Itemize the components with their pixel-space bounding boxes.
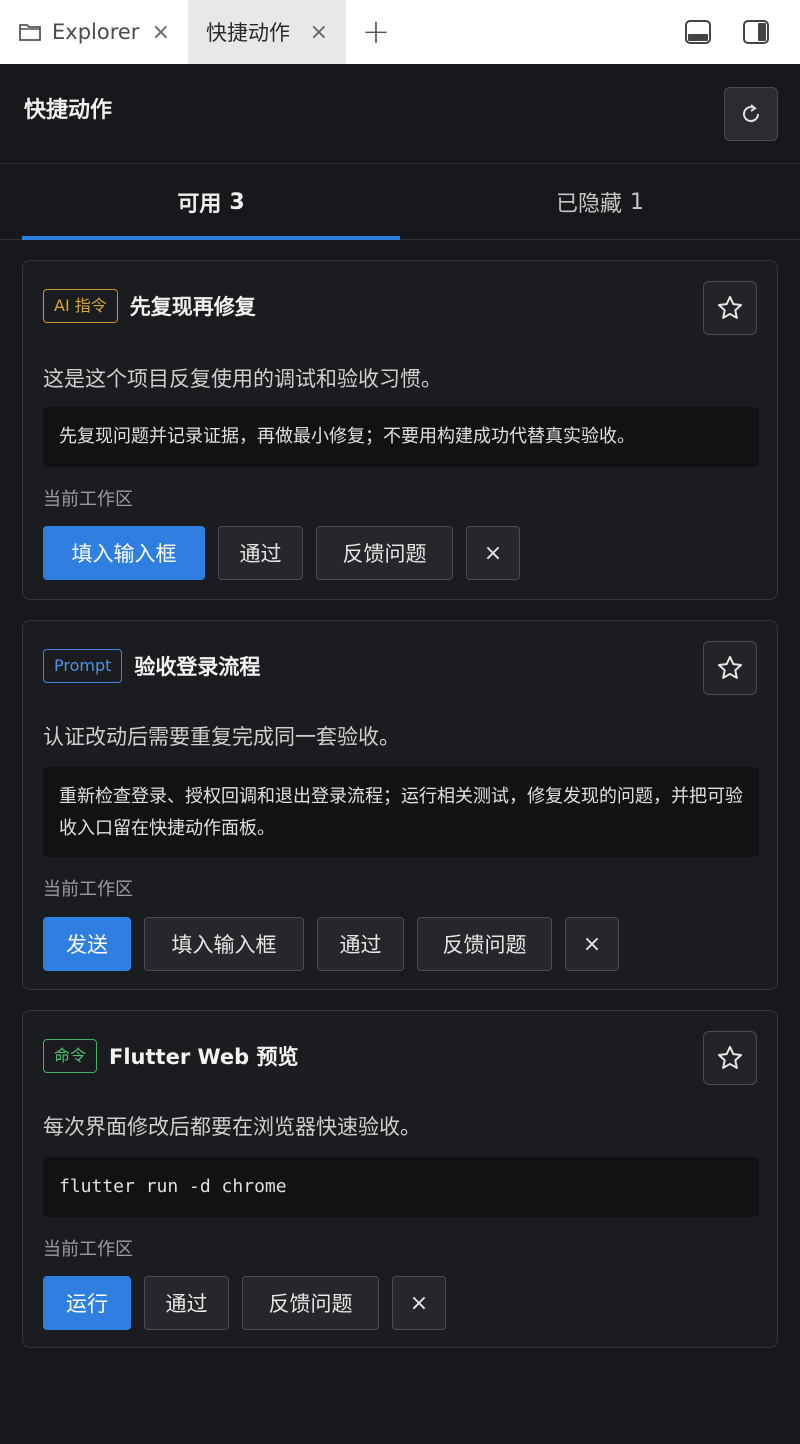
page-title: 快捷动作 (24, 98, 113, 123)
run-button[interactable]: 运行 (43, 1276, 131, 1330)
send-button[interactable]: 发送 (43, 917, 131, 971)
star-icon (717, 1045, 743, 1069)
refresh-button[interactable] (724, 87, 778, 141)
pass-button[interactable]: 通过 (144, 1276, 229, 1330)
tab-quick-actions-label: 快捷动作 (206, 21, 290, 45)
card-title: 验收登录流程 (134, 655, 261, 679)
pass-button[interactable]: 通过 (317, 917, 404, 971)
workspace-label: 当前工作区 (43, 879, 133, 900)
panel-header: 快捷动作 (0, 64, 800, 164)
action-card: 命令 Flutter Web 预览 每次界面修改后都要在浏览器快速验收。 flu… (22, 1010, 778, 1348)
add-tab-button[interactable]: + (346, 0, 406, 64)
tab-hidden-count: 1 (630, 189, 644, 215)
tab-available[interactable]: 可用 3 (22, 165, 400, 240)
fill-input-button[interactable]: 填入输入框 (43, 526, 205, 580)
card-title: 先复现再修复 (129, 295, 256, 319)
tab-explorer-close-icon[interactable]: × (152, 20, 170, 45)
favorite-button[interactable] (703, 281, 757, 335)
action-card: Prompt 验收登录流程 认证改动后需要重复完成同一套验收。 重新检查登录、授… (22, 620, 778, 990)
star-icon (717, 295, 743, 319)
toggle-bottom-panel-icon[interactable] (684, 19, 712, 45)
refresh-icon (743, 104, 760, 123)
feedback-button[interactable]: 反馈问题 (417, 917, 552, 971)
favorite-button[interactable] (703, 1031, 757, 1085)
card-description: 认证改动后需要重复完成同一套验收。 (43, 725, 400, 749)
feedback-button[interactable]: 反馈问题 (316, 526, 453, 580)
workspace-label: 当前工作区 (43, 489, 133, 510)
dismiss-button[interactable]: × (565, 917, 619, 971)
tab-quick-actions-close-icon[interactable]: × (310, 20, 328, 45)
prompt-text: 先复现问题并记录证据，再做最小修复；不要用构建成功代替真实验收。 (43, 407, 759, 467)
card-title: Flutter Web 预览 (109, 1045, 299, 1069)
dismiss-button[interactable]: × (466, 526, 520, 580)
pass-button[interactable]: 通过 (218, 526, 303, 580)
toggle-right-panel-icon[interactable] (742, 19, 770, 45)
type-badge: AI 指令 (43, 289, 118, 323)
tab-available-count: 3 (229, 189, 245, 215)
favorite-button[interactable] (703, 641, 757, 695)
card-description: 每次界面修改后都要在浏览器快速验收。 (43, 1115, 421, 1139)
tab-explorer[interactable]: Explorer × (0, 0, 188, 64)
action-card: AI 指令 先复现再修复 这是这个项目反复使用的调试和验收习惯。 先复现问题并记… (22, 260, 778, 600)
workspace-label: 当前工作区 (43, 1239, 133, 1260)
tab-explorer-label: Explorer (52, 20, 140, 44)
tab-bar: Explorer × 快捷动作 × + (0, 0, 800, 64)
folder-icon (19, 24, 41, 41)
tab-quick-actions[interactable]: 快捷动作 × (188, 0, 346, 64)
tab-available-label: 可用 (177, 192, 222, 217)
segment-tabs: 可用 3 已隐藏 1 (0, 165, 800, 240)
tab-hidden-label: 已隐藏 (555, 192, 622, 217)
prompt-text: 重新检查登录、授权回调和退出登录流程；运行相关测试，修复发现的问题，并把可验收入… (43, 767, 759, 857)
dismiss-button[interactable]: × (392, 1276, 446, 1330)
fill-input-button[interactable]: 填入输入框 (144, 917, 304, 971)
type-badge: Prompt (43, 649, 123, 683)
type-badge: 命令 (43, 1039, 98, 1073)
card-description: 这是这个项目反复使用的调试和验收习惯。 (43, 367, 442, 391)
command-text: flutter run -d chrome (43, 1157, 759, 1217)
feedback-button[interactable]: 反馈问题 (242, 1276, 379, 1330)
star-icon (717, 655, 743, 679)
tab-hidden[interactable]: 已隐藏 1 (400, 165, 800, 239)
